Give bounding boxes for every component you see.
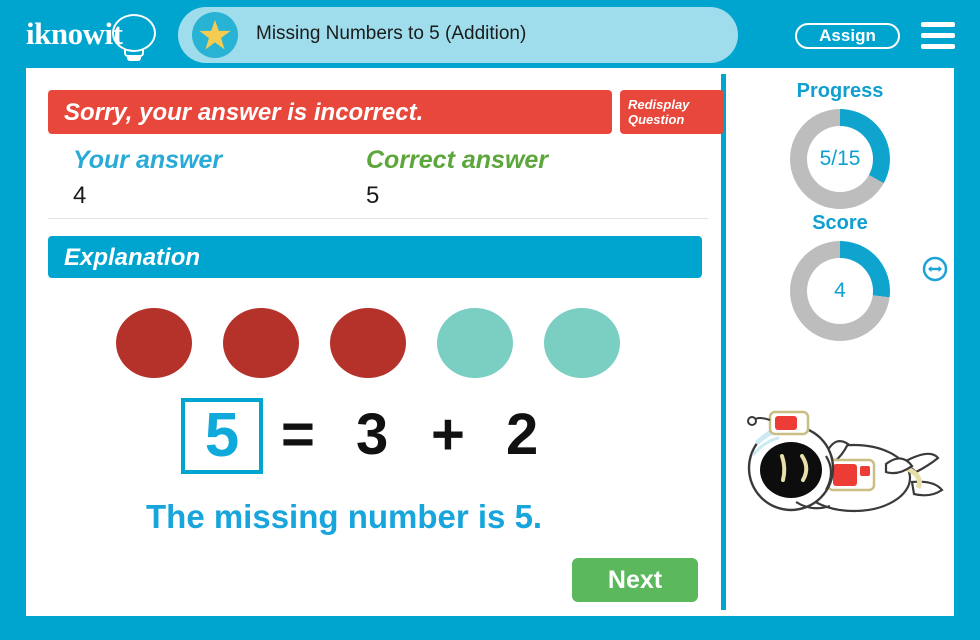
assign-button[interactable]: Assign bbox=[795, 23, 900, 49]
sad-astronaut-character bbox=[736, 398, 954, 548]
correct-answer-column: Correct answer 5 bbox=[366, 146, 548, 210]
counter-dots bbox=[116, 308, 646, 380]
star-badge bbox=[192, 12, 238, 58]
equation-addend-a: 3 bbox=[356, 402, 389, 467]
progress-gauge-block: Progress 5/15 bbox=[726, 80, 954, 209]
explanation-heading: Explanation bbox=[64, 244, 201, 271]
your-answer-column: Your answer 4 bbox=[73, 146, 222, 210]
app-window: iknowit Missing Numbers to 5 (Addition) … bbox=[0, 0, 980, 640]
counter-dot bbox=[116, 308, 192, 378]
correct-answer-value: 5 bbox=[366, 182, 380, 209]
your-answer-value: 4 bbox=[73, 182, 87, 209]
counter-dot bbox=[544, 308, 620, 378]
question-content: Sorry, your answer is incorrect. Redispl… bbox=[26, 68, 724, 616]
your-answer-label: Your answer bbox=[73, 146, 223, 174]
lesson-title-pill: Missing Numbers to 5 (Addition) bbox=[178, 7, 738, 63]
correct-answer-label: Correct answer bbox=[366, 146, 549, 174]
progress-title: Progress bbox=[796, 80, 884, 102]
resize-horizontal-icon[interactable] bbox=[922, 256, 948, 282]
missing-number-sentence: The missing number is 5. bbox=[146, 498, 543, 535]
iknowit-logo[interactable]: iknowit bbox=[26, 12, 176, 61]
redisplay-label-line2: Question bbox=[628, 112, 685, 127]
redisplay-label-line1: Redisplay bbox=[628, 97, 690, 112]
menu-bar-2 bbox=[921, 33, 955, 38]
star-icon bbox=[199, 20, 231, 50]
score-gauge: 4 bbox=[790, 241, 890, 341]
status-sidebar: Progress 5/15 Score 4 bbox=[726, 68, 954, 616]
lightbulb-neck-icon bbox=[124, 50, 144, 57]
lightbulb-base-icon bbox=[127, 57, 141, 61]
counter-dot bbox=[437, 308, 513, 378]
main-panel: Sorry, your answer is incorrect. Redispl… bbox=[26, 68, 954, 616]
result-banner-text: Sorry, your answer is incorrect. bbox=[64, 99, 424, 126]
counter-dot bbox=[330, 308, 406, 378]
score-value: 4 bbox=[834, 279, 846, 302]
score-gauge-block: Score 4 bbox=[726, 212, 954, 341]
counter-dot bbox=[223, 308, 299, 378]
menu-bar-1 bbox=[921, 22, 955, 27]
progress-value: 5/15 bbox=[819, 147, 861, 170]
answer-comparison: Your answer 4 Correct answer 5 bbox=[48, 146, 708, 219]
logo-wordmark: iknowit bbox=[26, 16, 123, 51]
app-header: iknowit Missing Numbers to 5 (Addition) … bbox=[0, 0, 980, 68]
page-title: Missing Numbers to 5 (Addition) bbox=[256, 23, 527, 44]
score-title: Score bbox=[812, 212, 868, 234]
hamburger-menu-icon[interactable] bbox=[921, 22, 955, 50]
result-banner: Sorry, your answer is incorrect. bbox=[48, 90, 612, 134]
menu-bar-3 bbox=[921, 44, 955, 49]
equation-addend-b: 2 bbox=[506, 402, 539, 467]
redisplay-question-button[interactable]: Redisplay Question bbox=[620, 90, 724, 134]
progress-gauge: 5/15 bbox=[790, 109, 890, 209]
next-button[interactable]: Next bbox=[572, 558, 698, 602]
lightbulb-icon bbox=[112, 14, 156, 52]
equation-plus: + bbox=[431, 402, 465, 467]
explanation-header: Explanation bbox=[48, 236, 702, 278]
equation-answer-box: 5 bbox=[181, 398, 263, 474]
equation-equals: = bbox=[281, 402, 315, 467]
